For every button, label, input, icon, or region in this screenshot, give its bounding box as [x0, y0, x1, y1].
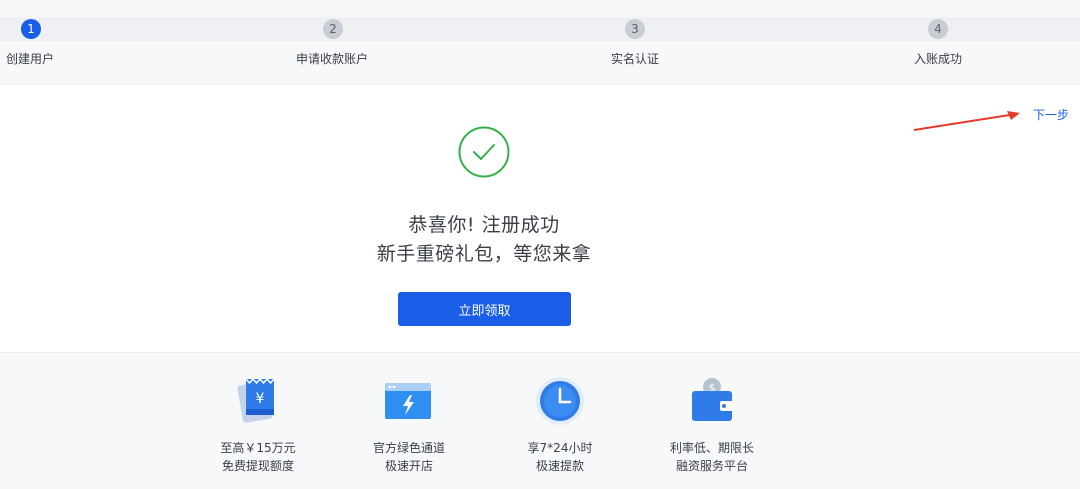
feature-finance-line2: 融资服务平台: [675, 459, 748, 473]
step-1-label: 创建用户: [6, 52, 55, 66]
feature-finance-line1: 利率低、期限长: [669, 441, 754, 455]
step-3-number: 3: [625, 19, 645, 39]
ticket-yuan-icon: ¥: [237, 377, 275, 423]
step-3-label: 实名认证: [611, 52, 660, 66]
success-check-icon: [458, 126, 510, 178]
gift-subtitle: 新手重磅礼包，等您来拿: [376, 243, 592, 265]
step-4-label: 入账成功: [914, 52, 963, 66]
feature-quota-line2: 免费提现额度: [221, 459, 294, 473]
claim-now-button[interactable]: 立即领取: [398, 292, 571, 326]
features-section: ¥ 至高￥15万元 免费提现额度 官方绿色通道 极速开店 享7*24小时 极速提…: [0, 352, 1080, 489]
feature-channel-line1: 官方绿色通道: [372, 441, 445, 455]
stepper-track: [0, 17, 1080, 41]
feature-channel-text: 官方绿色通道 极速开店: [339, 439, 479, 475]
step-1-number: 1: [21, 19, 41, 39]
feature-withdraw-text: 享7*24小时 极速提款: [490, 439, 630, 475]
browser-lightning-icon: [385, 383, 431, 419]
progress-stepper: 1 创建用户 2 申请收款账户 3 实名认证 4 入账成功: [0, 0, 1080, 85]
step-2-label: 申请收款账户: [296, 52, 369, 66]
clock-icon: [536, 377, 584, 425]
success-title: 恭喜你! 注册成功: [408, 214, 560, 236]
svg-text:¥: ¥: [256, 391, 265, 407]
feature-withdraw-line2: 极速提款: [535, 459, 584, 473]
step-2-number: 2: [323, 19, 343, 39]
feature-finance-text: 利率低、期限长 融资服务平台: [642, 439, 782, 475]
feature-quota-text: 至高￥15万元 免费提现额度: [188, 439, 328, 475]
step-4-number: 4: [928, 19, 948, 39]
wallet-dollar-icon: $: [692, 378, 734, 421]
feature-quota-line1: 至高￥15万元: [220, 441, 296, 455]
next-step-link[interactable]: 下一步: [1033, 106, 1069, 123]
annotation-arrow-icon: [913, 111, 1020, 131]
feature-withdraw-line1: 享7*24小时: [527, 441, 593, 455]
feature-channel-line2: 极速开店: [384, 459, 433, 473]
